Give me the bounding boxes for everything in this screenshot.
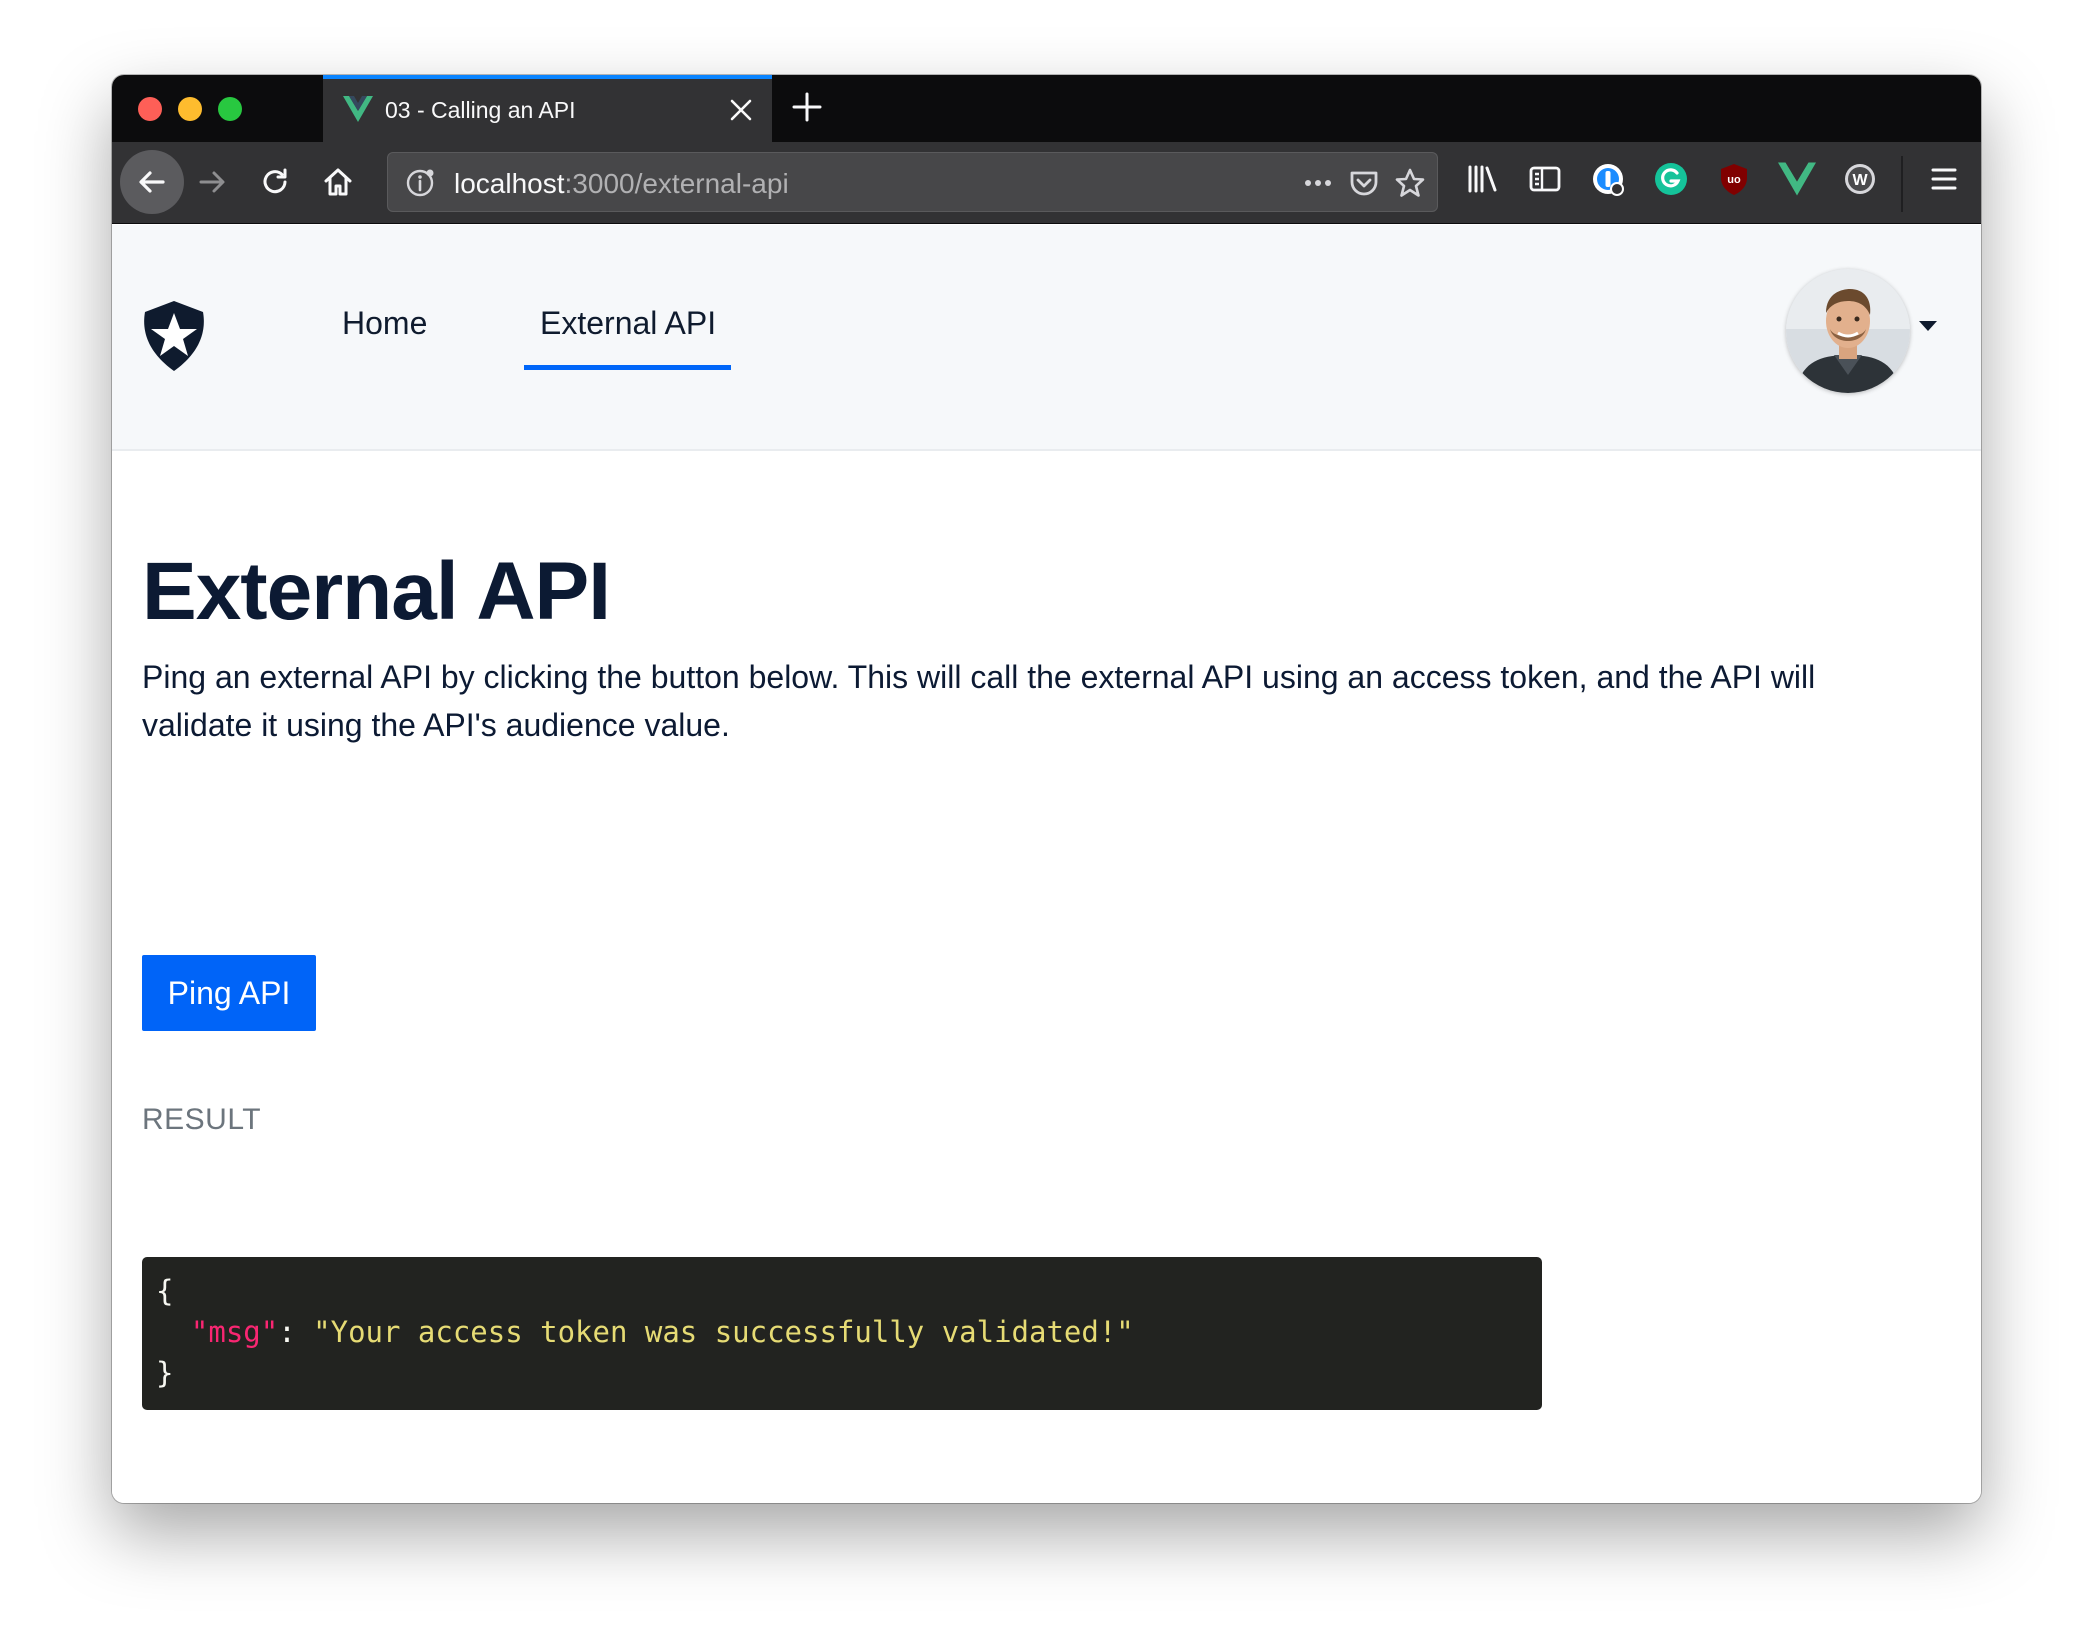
home-button[interactable] <box>308 152 368 212</box>
url-path: :3000/external-api <box>564 168 789 199</box>
user-avatar[interactable] <box>1786 269 1910 393</box>
tab-title: 03 - Calling an API <box>385 97 576 123</box>
web-page: Home External API External API Ping an e… <box>112 225 1981 1503</box>
main-content: External API Ping an external API by cli… <box>142 545 1942 743</box>
back-arrow-icon <box>139 171 165 193</box>
address-bar[interactable]: localhost:3000/external-api <box>387 152 1438 212</box>
caret-down-icon[interactable] <box>1918 319 1938 333</box>
title-bar: 03 - Calling an API <box>112 75 1981 142</box>
page-title: External API <box>142 546 611 637</box>
url-host: localhost <box>454 168 565 199</box>
ublock-icon[interactable]: uo <box>1714 159 1754 199</box>
vue-devtools-icon[interactable] <box>1777 159 1817 199</box>
site-info-icon[interactable] <box>402 165 438 201</box>
browser-window: 03 - Calling an API localhost:3000/exter… <box>112 75 1981 1503</box>
hamburger-menu-icon[interactable] <box>1924 159 1964 199</box>
url-text: localhost:3000/external-api <box>454 168 789 200</box>
close-tab-icon[interactable] <box>728 97 754 123</box>
sidebar-icon[interactable] <box>1525 159 1565 199</box>
forward-button[interactable] <box>182 152 242 212</box>
json-key: "msg" <box>190 1315 279 1349</box>
json-separator: : <box>278 1315 314 1349</box>
library-icon[interactable] <box>1462 159 1502 199</box>
result-code-block: { "msg": "Your access token was successf… <box>142 1257 1542 1410</box>
site-navbar: Home External API <box>112 225 1981 451</box>
svg-text:uo: uo <box>1727 174 1741 186</box>
json-close-brace: } <box>156 1356 174 1390</box>
reload-icon <box>263 168 287 194</box>
reload-button[interactable] <box>245 152 305 212</box>
page-actions-icon[interactable] <box>1300 165 1336 201</box>
grammarly-icon[interactable] <box>1651 159 1691 199</box>
back-button[interactable] <box>120 150 184 214</box>
minimize-window-button[interactable] <box>178 97 202 121</box>
bookmark-star-icon[interactable] <box>1392 165 1428 201</box>
ping-api-button[interactable]: Ping API <box>142 955 316 1031</box>
wappalyzer-icon[interactable]: W <box>1840 159 1880 199</box>
nav-link-external-api[interactable]: External API <box>540 305 716 342</box>
pocket-icon[interactable] <box>1346 165 1382 201</box>
result-label: RESULT <box>142 1103 262 1136</box>
toolbar-separator <box>1901 156 1903 212</box>
browser-toolbar: localhost:3000/external-api uo W <box>112 142 1981 224</box>
svg-text:W: W <box>1852 172 1868 189</box>
json-value: "Your access token was successfully vali… <box>313 1315 1134 1349</box>
auth0-logo[interactable] <box>140 299 208 373</box>
forward-arrow-icon <box>199 171 225 193</box>
nav-link-home[interactable]: Home <box>342 305 427 342</box>
active-nav-indicator <box>524 365 731 370</box>
new-tab-icon[interactable] <box>789 89 825 125</box>
browser-tab[interactable]: 03 - Calling an API <box>323 75 772 142</box>
close-window-button[interactable] <box>138 97 162 121</box>
page-description: Ping an external API by clicking the but… <box>142 659 1816 743</box>
1password-icon[interactable] <box>1588 159 1628 199</box>
vue-logo-icon <box>343 96 373 122</box>
maximize-window-button[interactable] <box>218 97 242 121</box>
json-open-brace: { <box>156 1274 174 1308</box>
home-icon <box>324 168 352 196</box>
